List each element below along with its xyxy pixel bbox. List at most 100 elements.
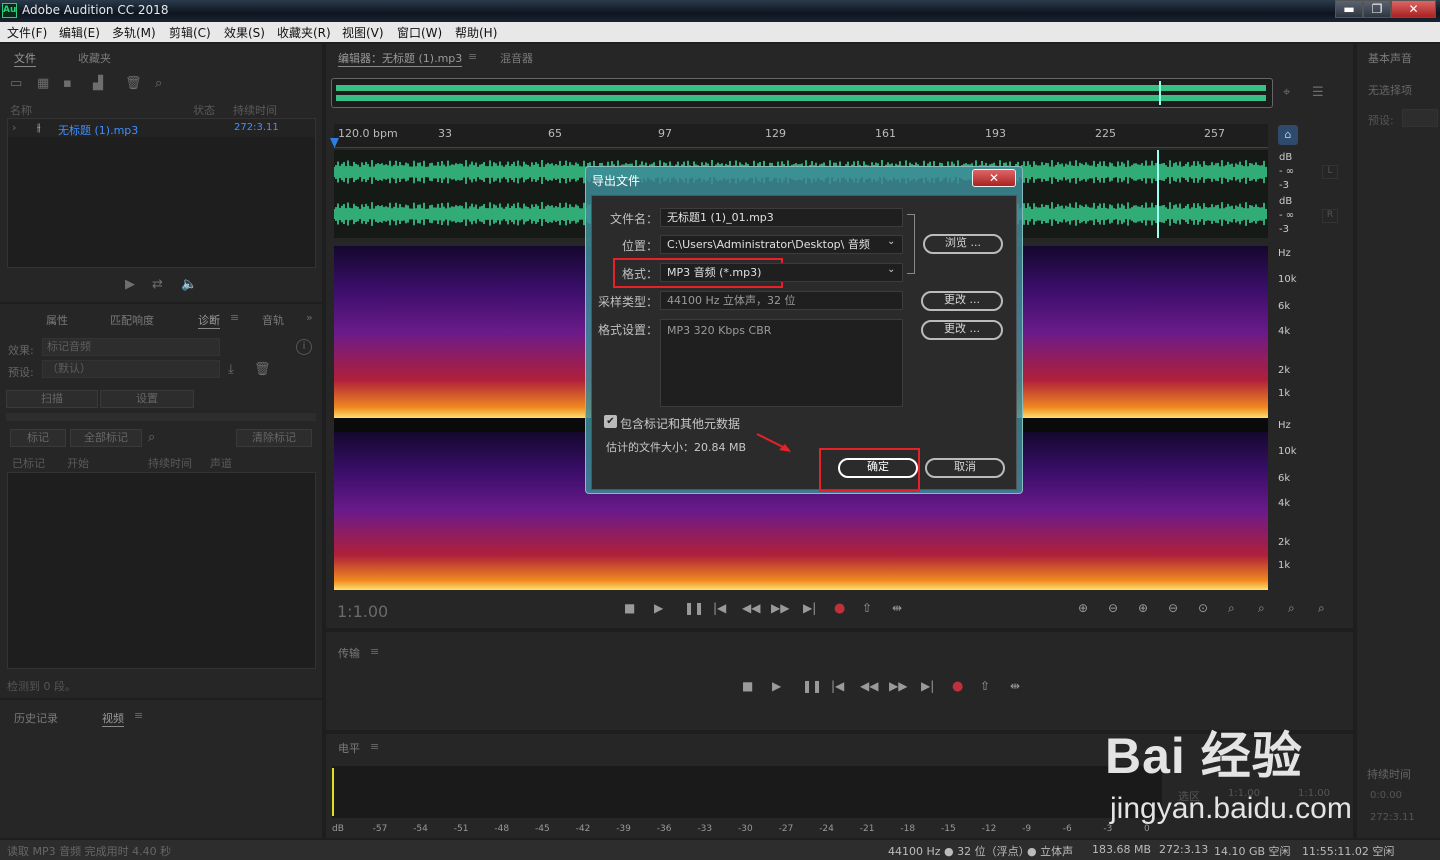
autoplay-icon[interactable]: 🔈	[181, 277, 197, 292]
preset-select[interactable]	[1402, 109, 1438, 127]
chevron-right-icon[interactable]: »	[306, 311, 313, 324]
location-select[interactable]: C:\Users\Administrator\Desktop\ 音频	[660, 235, 903, 254]
skip-forward-icon[interactable]: ▶|	[921, 679, 934, 693]
zoom-out-time-icon[interactable]: ⊖	[1168, 601, 1178, 615]
skip-icon[interactable]: ⇹	[1010, 679, 1020, 693]
play-icon[interactable]: ▶	[654, 601, 663, 615]
loop-icon[interactable]: ⇧	[862, 601, 872, 615]
pause-icon[interactable]: ❚❚	[684, 601, 704, 615]
insert-icon[interactable]: ▟	[93, 76, 103, 91]
menu-icon[interactable]: ≡	[370, 645, 379, 658]
zoom-out-amplitude-icon[interactable]: ⊖	[1108, 601, 1118, 615]
tab-essential-sound[interactable]: 基本声音	[1368, 50, 1412, 66]
col-marked[interactable]: 已标记	[12, 455, 45, 471]
tab-editor[interactable]: 编辑器：无标题 (1).mp3	[338, 50, 463, 67]
record-icon[interactable]: ●	[834, 601, 845, 616]
file-name[interactable]: 无标题 (1).mp3	[58, 122, 138, 138]
menu-view[interactable]: 视图(V)	[342, 24, 384, 41]
channel-r-button[interactable]: R	[1322, 209, 1338, 223]
pause-icon[interactable]: ❚❚	[802, 679, 822, 693]
mark-all-button[interactable]: 全部标记	[70, 429, 142, 447]
include-markers-label[interactable]: 包含标记和其他元数据	[620, 415, 740, 432]
loop-icon[interactable]: ⇄	[152, 277, 163, 292]
fast-forward-icon[interactable]: ▶▶	[771, 601, 789, 615]
preset-select[interactable]: （默认）	[42, 360, 220, 378]
skip-forward-icon[interactable]: ▶|	[803, 601, 816, 615]
filename-input[interactable]: 无标题1 (1)_01.mp3	[660, 208, 903, 227]
tab-diagnostics[interactable]: 诊断	[198, 312, 220, 329]
change-format-button[interactable]: 更改 ...	[921, 320, 1003, 340]
menu-favorites[interactable]: 收藏夹(R)	[277, 24, 331, 41]
tab-history[interactable]: 历史记录	[14, 710, 58, 726]
col-duration[interactable]: 持续时间	[233, 102, 277, 118]
close-icon[interactable]: ✕	[1391, 0, 1436, 18]
list-icon[interactable]: ☰	[1312, 85, 1324, 100]
zoom-in-amplitude-icon[interactable]: ⊕	[1078, 601, 1088, 615]
menu-icon[interactable]: ≡	[370, 740, 379, 753]
zoom-in-time-icon[interactable]: ⊕	[1138, 601, 1148, 615]
scan-button[interactable]: 扫描	[6, 390, 98, 408]
col-channel[interactable]: 声道	[210, 455, 232, 471]
menu-clip[interactable]: 剪辑(C)	[169, 24, 211, 41]
chevron-down-icon[interactable]: ⌄	[887, 236, 895, 247]
menu-file[interactable]: 文件(F)	[7, 24, 47, 41]
zoom-out-icon[interactable]: ⌕	[1258, 601, 1265, 616]
loop-icon[interactable]: ⇧	[980, 679, 990, 693]
delete-preset-icon[interactable]: 🗑	[254, 362, 271, 377]
zoom-in-icon[interactable]: ⌕	[1228, 601, 1235, 616]
minimize-icon[interactable]: ▬	[1335, 0, 1363, 18]
col-name[interactable]: 名称	[10, 102, 32, 118]
import-icon[interactable]: ▦	[37, 76, 49, 91]
format-select[interactable]: MP3 音频 (*.mp3)	[660, 263, 903, 282]
play-icon[interactable]: ▶	[125, 277, 135, 292]
chevron-down-icon[interactable]: ⌄	[887, 264, 895, 275]
restore-icon[interactable]: ❐	[1363, 0, 1391, 18]
zoom-full-icon[interactable]: ⊙	[1198, 601, 1208, 615]
skip-back-icon[interactable]: |◀	[713, 601, 726, 615]
browse-button[interactable]: 浏览 ...	[923, 234, 1003, 254]
overview-waveform[interactable]	[331, 78, 1273, 108]
ok-button[interactable]: 确定	[838, 458, 918, 478]
info-icon[interactable]: i	[296, 339, 312, 355]
zoom-selection-icon[interactable]: ⌕	[1288, 601, 1295, 616]
stop-icon[interactable]: ■	[742, 679, 753, 693]
search-icon[interactable]: ⌕	[155, 76, 162, 91]
play-icon[interactable]: ▶	[772, 679, 781, 693]
zoom-icon[interactable]: ⌖	[1283, 85, 1290, 100]
tab-properties[interactable]: 属性	[46, 312, 68, 328]
menu-edit[interactable]: 编辑(E)	[59, 24, 100, 41]
menu-multitrack[interactable]: 多轨(M)	[112, 24, 156, 41]
col-start[interactable]: 开始	[67, 455, 89, 471]
stop-icon[interactable]: ■	[624, 601, 635, 615]
open-file-icon[interactable]: ▭	[10, 76, 22, 91]
tab-files[interactable]: 文件	[14, 50, 36, 67]
tab-video[interactable]: 视频	[102, 710, 124, 727]
menu-effects[interactable]: 效果(S)	[224, 24, 265, 41]
close-icon[interactable]: ✕	[972, 169, 1016, 187]
tab-track[interactable]: 音轨	[262, 312, 284, 328]
clear-marks-button[interactable]: 清除标记	[236, 429, 312, 447]
save-preset-icon[interactable]: ⤓	[228, 362, 234, 377]
snap-icon[interactable]: ⌂	[1278, 125, 1298, 145]
rewind-icon[interactable]: ◀◀	[860, 679, 878, 693]
zoom-icon[interactable]: ⌕	[148, 430, 155, 445]
mark-button[interactable]: 标记	[10, 429, 66, 447]
skip-back-icon[interactable]: |◀	[831, 679, 844, 693]
expand-icon[interactable]: ›	[12, 121, 16, 134]
record-icon[interactable]: ●	[952, 679, 963, 694]
tab-match-loudness[interactable]: 匹配响度	[110, 312, 154, 328]
menu-icon[interactable]: ≡	[468, 50, 477, 63]
trash-icon[interactable]: 🗑	[125, 76, 142, 91]
change-sample-button[interactable]: 更改 ...	[921, 291, 1003, 311]
effect-select[interactable]: 标记音频	[42, 338, 220, 356]
menu-help[interactable]: 帮助(H)	[455, 24, 497, 41]
menu-icon[interactable]: ≡	[134, 709, 143, 722]
tab-favorites[interactable]: 收藏夹	[78, 50, 111, 66]
new-file-icon[interactable]: ▪	[63, 76, 72, 91]
timeline-ruler[interactable]	[334, 124, 1268, 148]
menu-window[interactable]: 窗口(W)	[397, 24, 442, 41]
cancel-button[interactable]: 取消	[925, 458, 1005, 478]
settings-button[interactable]: 设置	[100, 390, 194, 408]
col-duration2[interactable]: 持续时间	[148, 455, 192, 471]
tab-mixer[interactable]: 混音器	[500, 50, 533, 66]
